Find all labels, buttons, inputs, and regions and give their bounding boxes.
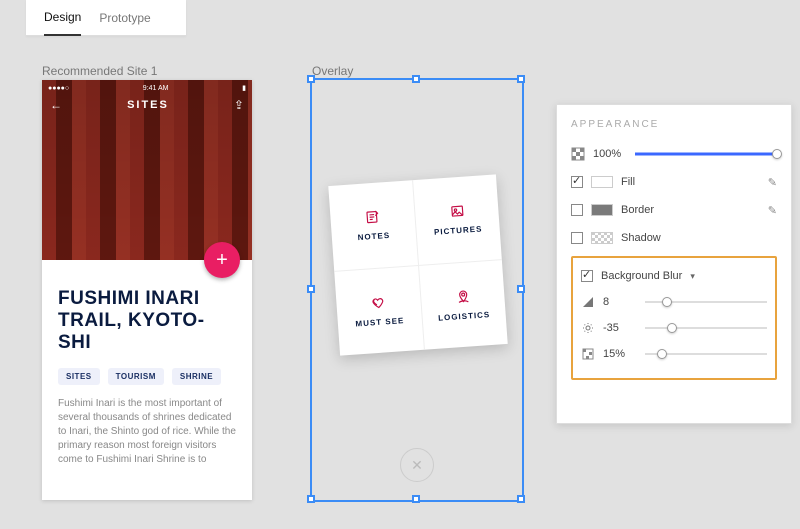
tab-design[interactable]: Design (44, 0, 81, 36)
background-blur-group: Background Blur ▾ 8 -35 15% (571, 256, 777, 380)
opacity-slider[interactable] (635, 151, 777, 157)
artboard-label[interactable]: Overlay (312, 64, 353, 78)
pictures-icon (449, 204, 464, 219)
hero-image: ●●●●○ 9:41 AM ▮ ← SITES ⇪ + (42, 80, 252, 260)
nav-title: SITES (127, 99, 169, 111)
blur-amount-slider[interactable] (645, 297, 767, 307)
close-icon: ✕ (411, 457, 423, 474)
bgblur-checkbox[interactable] (581, 270, 593, 282)
artboard-overlay[interactable]: NOTES PICTURES MUST SEE LOGISTICS ✕ (312, 80, 522, 500)
panel-title: APPEARANCE (571, 119, 777, 130)
resize-handle[interactable] (517, 285, 525, 293)
status-bar: ●●●●○ 9:41 AM ▮ (42, 80, 252, 96)
overlay-card[interactable]: NOTES PICTURES MUST SEE LOGISTICS (328, 174, 507, 355)
map-pin-icon (455, 289, 470, 304)
signal-icon: ●●●●○ (48, 85, 69, 92)
bgblur-label[interactable]: Background Blur (601, 270, 682, 282)
heart-icon (371, 295, 386, 310)
tab-prototype[interactable]: Prototype (99, 1, 150, 35)
brightness-value[interactable]: -35 (603, 322, 637, 334)
opacity-icon (571, 147, 585, 161)
status-time: 9:41 AM (143, 85, 169, 92)
fab-add-button[interactable]: + (204, 242, 240, 278)
fill-label: Fill (621, 176, 635, 188)
border-swatch[interactable] (591, 204, 613, 216)
resize-handle[interactable] (412, 75, 420, 83)
chip[interactable]: TOURISM (108, 368, 164, 385)
mode-tabs: Design Prototype (26, 0, 186, 36)
overlay-cell-notes[interactable]: NOTES (328, 180, 418, 271)
shadow-checkbox[interactable] (571, 232, 583, 244)
border-checkbox[interactable] (571, 204, 583, 216)
eyedropper-icon[interactable]: ✎ (768, 176, 777, 189)
shadow-row: Shadow (571, 226, 777, 250)
border-label: Border (621, 204, 654, 216)
resize-handle[interactable] (307, 285, 315, 293)
brightness-slider[interactable] (645, 323, 767, 333)
overlay-cell-logistics[interactable]: LOGISTICS (418, 259, 508, 350)
resize-handle[interactable] (517, 75, 525, 83)
noise-value[interactable]: 15% (603, 348, 637, 360)
overlay-cell-label: PICTURES (434, 224, 483, 236)
artboard-recommended-site[interactable]: ●●●●○ 9:41 AM ▮ ← SITES ⇪ + FUSHIMI INAR… (42, 80, 252, 500)
resize-handle[interactable] (412, 495, 420, 503)
eyedropper-icon[interactable]: ✎ (768, 204, 777, 217)
hero-nav: ← SITES ⇪ (50, 98, 244, 112)
battery-icon: ▮ (242, 84, 246, 92)
blur-amount-value[interactable]: 8 (603, 296, 637, 308)
chip[interactable]: SHRINE (172, 368, 221, 385)
page-title: FUSHIMI INARI TRAIL, KYOTO-SHI (58, 288, 236, 354)
overlay-cell-label: NOTES (357, 231, 390, 242)
back-icon[interactable]: ← (50, 98, 62, 112)
brightness-icon (581, 321, 595, 335)
artboard-label[interactable]: Recommended Site 1 (42, 64, 157, 78)
resize-handle[interactable] (517, 495, 525, 503)
close-overlay-button[interactable]: ✕ (400, 448, 434, 482)
overlay-cell-must-see[interactable]: MUST SEE (334, 265, 424, 356)
overlay-cell-pictures[interactable]: PICTURES (412, 174, 502, 265)
opacity-row: 100% (571, 142, 777, 166)
fill-row: Fill ✎ (571, 170, 777, 194)
content-area: FUSHIMI INARI TRAIL, KYOTO-SHI SITES TOU… (42, 260, 252, 467)
chip-row: SITES TOURISM SHRINE (58, 368, 236, 385)
description-text: Fushimi Inari is the most important of s… (58, 397, 236, 467)
blur-amount-icon (581, 295, 595, 309)
resize-handle[interactable] (307, 495, 315, 503)
border-row: Border ✎ (571, 198, 777, 222)
notes-icon (365, 210, 380, 225)
fill-checkbox[interactable] (571, 176, 583, 188)
appearance-panel: APPEARANCE 100% Fill ✎ Border ✎ Shadow B… (556, 104, 792, 424)
fill-swatch[interactable] (591, 176, 613, 188)
noise-icon (581, 347, 595, 361)
shadow-label: Shadow (621, 232, 661, 244)
share-icon[interactable]: ⇪ (234, 98, 244, 112)
chevron-down-icon[interactable]: ▾ (690, 271, 695, 282)
overlay-cell-label: LOGISTICS (438, 310, 491, 323)
opacity-value[interactable]: 100% (593, 148, 627, 160)
noise-slider[interactable] (645, 349, 767, 359)
overlay-cell-label: MUST SEE (355, 316, 404, 328)
shadow-swatch[interactable] (591, 232, 613, 244)
chip[interactable]: SITES (58, 368, 100, 385)
